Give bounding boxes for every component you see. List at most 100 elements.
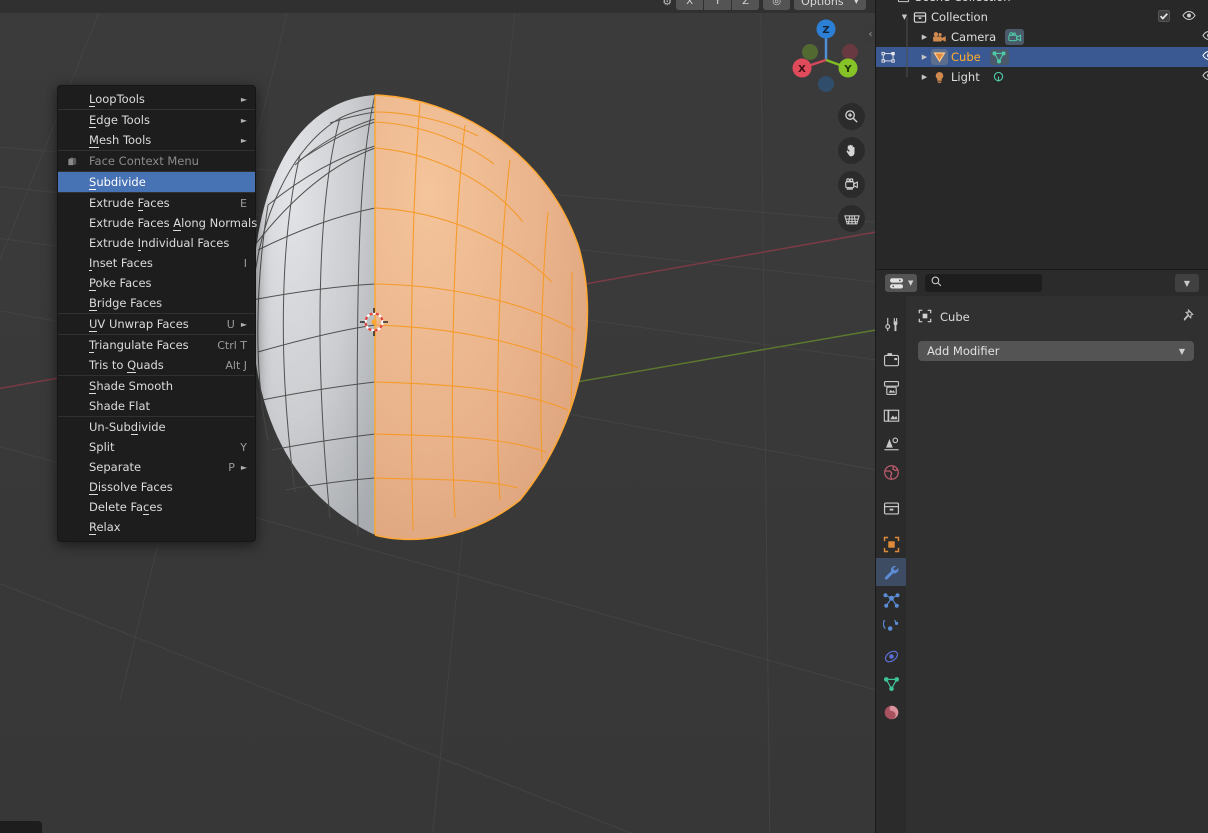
menu-item-shortcut: Alt J	[225, 358, 247, 372]
camera-data-icon[interactable]	[1005, 29, 1025, 45]
data-tab[interactable]	[876, 670, 906, 698]
outliner-editor[interactable]: Scene Collection ▼ Collection	[876, 0, 1208, 270]
material-tab[interactable]	[876, 698, 906, 726]
object-breadcrumb-icon	[918, 309, 932, 326]
outliner-row-label: Cube	[951, 50, 981, 64]
editor-divider-horizontal[interactable]	[876, 269, 1208, 270]
menu-item-dissolve-faces[interactable]: Dissolve Faces	[58, 477, 255, 497]
mesh-data-icon[interactable]	[989, 49, 1009, 65]
menu-item-relax[interactable]: Relax	[58, 517, 255, 537]
outliner-row-label: Camera	[951, 30, 997, 44]
cube-face-icon	[67, 156, 78, 167]
outliner-row-camera[interactable]: ▶ Camera	[876, 27, 1208, 47]
editor-type-properties-icon[interactable]: ▼	[885, 274, 918, 292]
menu-item-separate[interactable]: Separate P ►	[58, 457, 255, 477]
mesh-object-icon	[931, 49, 948, 65]
outliner-row-cube[interactable]: ▶ Cube	[876, 47, 1208, 67]
face-context-menu[interactable]: LoopTools ► Edge Tools ► Mesh Tools ► Fa…	[57, 85, 257, 542]
expand-triangle-icon[interactable]: ▶	[918, 73, 931, 81]
physics-tab[interactable]	[876, 614, 906, 642]
outliner-row-scene-collection[interactable]: Scene Collection	[876, 0, 1208, 7]
expand-triangle-icon[interactable]: ▶	[918, 33, 931, 41]
gizmo-axis-z-label: Z	[822, 25, 829, 36]
navigation-gizmo[interactable]: Z X Y	[786, 12, 866, 92]
proportional-editing-icon[interactable]: ◎	[763, 0, 791, 10]
menu-item-label: Un-Subdivide	[89, 420, 166, 435]
collection-tab[interactable]	[876, 494, 906, 522]
menu-item-extrude-faces[interactable]: Extrude Faces E	[58, 193, 255, 213]
outliner-row-collection[interactable]: ▼ Collection	[876, 7, 1208, 27]
menu-item-un-subdivide[interactable]: Un-Subdivide	[58, 417, 255, 437]
expand-triangle-icon[interactable]: ▶	[918, 53, 931, 61]
particles-tab[interactable]	[876, 586, 906, 614]
menu-item-tris-to-quads[interactable]: Tris to Quads Alt J	[58, 355, 255, 375]
menu-item-triangulate-faces[interactable]: Triangulate Faces Ctrl T	[58, 335, 255, 355]
outliner-row-light[interactable]: ▶ Light	[876, 67, 1208, 87]
menu-item-label: Bridge Faces	[89, 296, 163, 311]
world-tab[interactable]	[876, 458, 906, 486]
menu-item-edge-tools[interactable]: Edge Tools ►	[58, 110, 255, 130]
menu-item-label: LoopTools	[89, 92, 145, 107]
blender-window: ⚙ X Y Z ◎ Options ▼ Z X Y ‹ LoopTools ► …	[0, 0, 1208, 833]
menu-item-shade-smooth[interactable]: Shade Smooth	[58, 376, 255, 396]
editor-divider-vertical[interactable]	[875, 0, 876, 833]
collection-icon	[911, 11, 928, 24]
eye-icon[interactable]	[1202, 30, 1208, 44]
properties-filter-dropdown[interactable]: ▼	[1175, 274, 1199, 292]
menu-item-shade-flat[interactable]: Shade Flat	[58, 396, 255, 416]
eye-icon[interactable]	[1202, 50, 1208, 64]
gizmo-axis-x-label: X	[798, 64, 806, 75]
menu-item-bridge-faces[interactable]: Bridge Faces	[58, 293, 255, 313]
collection-checkbox[interactable]	[1158, 9, 1170, 25]
breadcrumb-label: Cube	[940, 310, 970, 324]
light-data-icon[interactable]	[989, 69, 1008, 85]
submenu-arrow-icon: ►	[240, 319, 247, 329]
properties-tab-column[interactable]	[876, 296, 906, 833]
expand-triangle-icon[interactable]: ▼	[898, 13, 911, 21]
snap-magnet-icon[interactable]: ⚙	[662, 0, 672, 8]
axis-y-button[interactable]: Y	[704, 0, 732, 10]
menu-item-subdivide[interactable]: Subdivide	[58, 172, 255, 192]
transform-axis-buttons[interactable]: X Y Z	[676, 0, 760, 10]
object-tab[interactable]	[876, 530, 906, 558]
viewport-nav-buttons[interactable]	[838, 103, 865, 232]
search-input[interactable]	[925, 274, 1043, 292]
menu-item-shortcut: P	[228, 460, 235, 474]
menu-item-delete-faces[interactable]: Delete Faces	[58, 497, 255, 517]
menu-item-poke-faces[interactable]: Poke Faces	[58, 273, 255, 293]
modifier-tab[interactable]	[876, 558, 906, 586]
eye-icon[interactable]	[1182, 10, 1196, 24]
tool-tab[interactable]	[876, 310, 906, 338]
menu-item-label: Separate	[89, 460, 142, 474]
menu-item-uv-unwrap-faces[interactable]: UV Unwrap Faces U ►	[58, 314, 255, 334]
hand-pan-icon[interactable]	[838, 137, 865, 164]
menu-item-inset-faces[interactable]: Inset Faces I	[58, 253, 255, 273]
axis-x-button[interactable]: X	[676, 0, 704, 10]
submenu-arrow-icon: ►	[240, 135, 247, 145]
render-tab[interactable]	[876, 346, 906, 374]
properties-editor[interactable]: ▼ ▼ Cube Add Modifier ▼	[876, 270, 1208, 833]
menu-item-shortcut: Y	[240, 440, 247, 454]
add-modifier-button[interactable]: Add Modifier ▼	[918, 341, 1194, 361]
menu-item-label: Shade Smooth	[89, 379, 174, 394]
menu-item-extrude-faces-along-normals[interactable]: Extrude Faces Along Normals	[58, 213, 257, 233]
menu-item-extrude-individual-faces[interactable]: Extrude Individual Faces	[58, 233, 255, 253]
view-layer-tab[interactable]	[876, 402, 906, 430]
menu-item-split[interactable]: Split Y	[58, 437, 255, 457]
constraints-tab[interactable]	[876, 642, 906, 670]
menu-item-mesh-tools[interactable]: Mesh Tools ►	[58, 130, 255, 150]
menu-group: Shade Smooth Shade Flat	[58, 375, 255, 416]
axis-z-button[interactable]: Z	[732, 0, 760, 10]
toggle-perspective-icon[interactable]	[838, 205, 865, 232]
menu-item-label: Mesh Tools	[89, 133, 152, 148]
output-tab[interactable]	[876, 374, 906, 402]
menu-group: Un-Subdivide Split Y Separate P ► Dissol…	[58, 416, 255, 537]
camera-view-icon[interactable]	[838, 171, 865, 198]
menu-item-looptools[interactable]: LoopTools ►	[58, 89, 255, 109]
eye-icon[interactable]	[1202, 70, 1208, 84]
pin-icon[interactable]	[1180, 308, 1194, 326]
scene-tab[interactable]	[876, 430, 906, 458]
breadcrumb: Cube	[918, 308, 1194, 326]
zoom-icon[interactable]	[838, 103, 865, 130]
options-dropdown[interactable]: Options ▼	[794, 0, 866, 10]
